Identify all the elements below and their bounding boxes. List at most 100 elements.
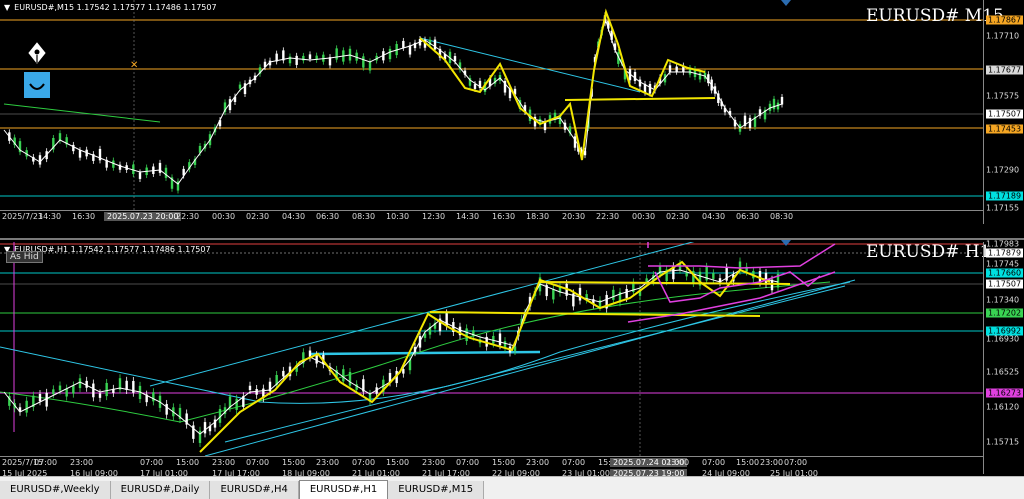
chart-shift-marker-icon[interactable] [781, 0, 791, 6]
candle-body [235, 398, 238, 410]
time-label: 23:00 [212, 458, 236, 467]
h1-time-axis[interactable]: 2025/7/15 07:00 23:00 07:00 15:00 23:00 07:00 1… [0, 456, 983, 478]
h1-price-axis[interactable]: 1.17983 1.17879 1.17745 1.17660 1.17507 1.173… [983, 239, 1024, 474]
time-label: 08:30 [352, 212, 376, 221]
price-label: 1.17710 [986, 31, 1020, 41]
moving-average [3, 269, 779, 435]
candle-body [78, 378, 82, 389]
h1-chart-canvas[interactable] [0, 242, 983, 456]
support-zone [309, 350, 541, 356]
time-label: 23:00 [666, 458, 690, 467]
candle-body [648, 83, 652, 94]
smiley-expert-icon[interactable] [24, 72, 50, 98]
m15-chart-canvas[interactable]: ✕ [0, 0, 983, 210]
candle-body [25, 400, 28, 413]
as-hide-button[interactable]: As Hid [6, 251, 43, 263]
candle-body [308, 54, 312, 59]
price-label: 1.17340 [986, 295, 1020, 305]
candle-body [38, 393, 42, 402]
time-label: 07:00 [246, 458, 270, 467]
time-label: 23:00 [422, 458, 446, 467]
time-label: 07:00 [702, 458, 726, 467]
candle-body [78, 150, 82, 158]
price-label: 1.16120 [986, 402, 1020, 412]
time-label: 23:00 [70, 458, 94, 467]
chart-tab[interactable]: EURUSD#,M15 [388, 481, 485, 499]
candle-body [38, 155, 42, 165]
h1-chart-title: EURUSD# H1 [866, 242, 991, 262]
candle-body [105, 382, 108, 397]
price-label: 1.17983 [986, 239, 1020, 249]
m15-price-axis[interactable]: 1.17867 1.17710 1.17677 1.17575 1.17507 1.174… [983, 0, 1024, 224]
time-label: 2025/7/23 [2, 212, 44, 221]
candle-body [780, 96, 784, 105]
time-label: 06:30 [316, 212, 340, 221]
price-label: 1.17290 [986, 165, 1020, 175]
magenta-line [648, 243, 836, 269]
chart-tab[interactable]: EURUSD#,Weekly [0, 481, 111, 499]
moving-average [3, 16, 783, 185]
zigzag-level [564, 97, 716, 101]
price-label: 1.17745 [986, 259, 1020, 269]
candle-body [388, 48, 392, 60]
candle-body [638, 79, 642, 87]
candle-body [633, 72, 637, 81]
price-label: 1.17202 [986, 308, 1024, 318]
candle-body [772, 98, 776, 110]
time-label: 04:30 [282, 212, 306, 221]
candle-body [342, 369, 345, 382]
candle-body [402, 40, 405, 48]
candle-body [125, 380, 128, 391]
time-label: 15:00 [386, 458, 410, 467]
candle-body [295, 55, 298, 65]
time-label: 15:00 [492, 458, 516, 467]
m15-time-axis[interactable]: 2025/7/23 14:30 16:30 2025.07.23 20:00 22:30… [0, 210, 983, 225]
chart-tab[interactable]: EURUSD#,H1 [298, 480, 389, 499]
chart-tab[interactable]: EURUSD#,Daily [110, 481, 211, 499]
m15-chart-pane[interactable]: ✕ ▼ EURUSD#,M15 1.17542 1.17577 1.17486 … [0, 0, 1024, 224]
time-label: 15: [598, 458, 611, 467]
price-label: 1.16930 [986, 334, 1020, 344]
zigzag-line [199, 260, 771, 453]
pen-tool-icon[interactable] [24, 40, 50, 66]
time-label: 02:30 [246, 212, 270, 221]
trend-line [419, 37, 641, 93]
candle-body [72, 385, 75, 394]
candle-body [58, 385, 62, 391]
chart-tab-bar: EURUSD#,Weekly EURUSD#,Daily EURUSD#,H4 EUR… [0, 476, 1024, 499]
time-label: 07:00 [784, 458, 808, 467]
chart-shift-marker-icon[interactable] [781, 240, 791, 246]
candle-body [65, 388, 68, 397]
time-label: 06:30 [736, 212, 760, 221]
candle-body [282, 370, 285, 377]
candle-body [348, 371, 352, 386]
candle-body [238, 84, 242, 89]
candle-body [675, 66, 678, 72]
chart-tab[interactable]: EURUSD#,H4 [210, 481, 299, 499]
candle-body [668, 65, 672, 73]
time-label: 15:00 [176, 458, 200, 467]
candle-body [552, 289, 555, 300]
time-label: 00:30 [212, 212, 236, 221]
candle-body [453, 56, 457, 62]
time-label: 22:30 [596, 212, 620, 221]
price-label: 1.17867 [986, 15, 1024, 25]
h1-info-text: EURUSD#,H1 1.17542 1.17577 1.17486 1.175… [14, 245, 211, 254]
time-label: 10:30 [386, 212, 410, 221]
price-label: 1.17507 [986, 109, 1024, 119]
candle-body [138, 172, 142, 179]
candle-body [433, 39, 437, 50]
collapse-arrow-icon[interactable]: ▼ [4, 3, 10, 12]
time-label: 20:30 [562, 212, 586, 221]
channel-line [224, 285, 846, 443]
h1-chart-pane[interactable]: ▼ EURUSD#,H1 1.17542 1.17577 1.17486 1.1… [0, 239, 1024, 478]
candle-body [578, 287, 582, 301]
pane-separator[interactable] [0, 238, 1024, 240]
candle-body [98, 393, 102, 398]
price-label: 1.17453 [986, 124, 1024, 134]
price-label: 1.17677 [986, 65, 1024, 75]
time-label: 16:30 [72, 212, 96, 221]
cross-marker: ✕ [130, 60, 138, 71]
time-label: 12:30 [422, 212, 446, 221]
time-label: 22:30 [176, 212, 200, 221]
